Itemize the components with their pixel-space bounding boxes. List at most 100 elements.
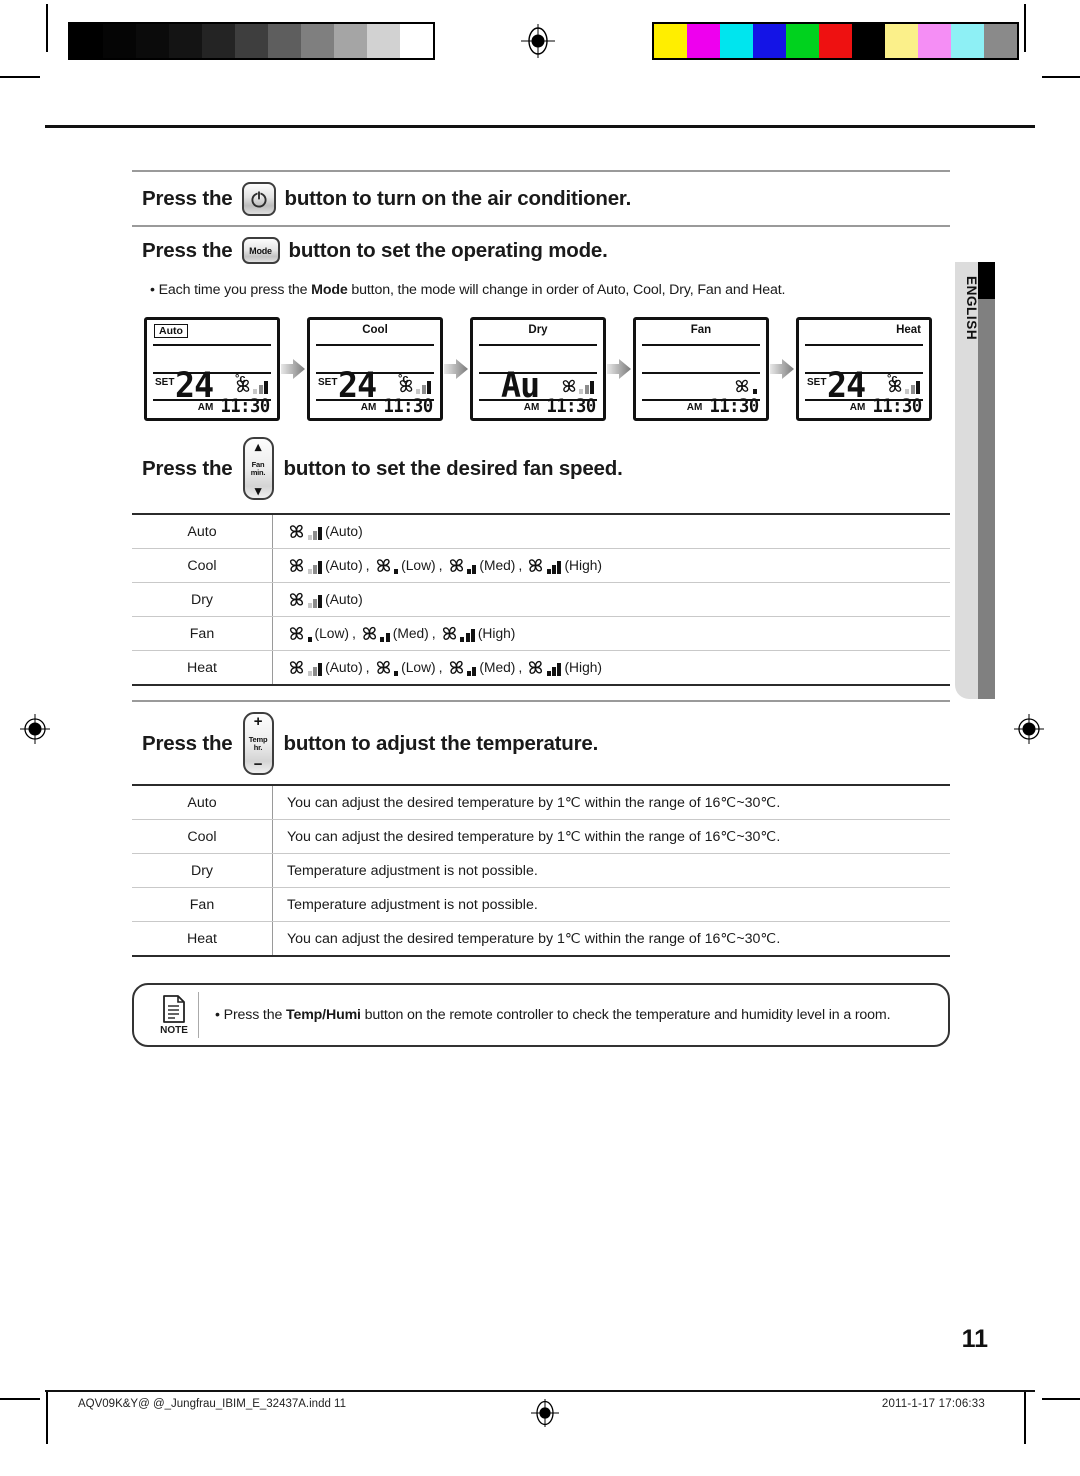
lcd-clock: AM 11:30 xyxy=(850,395,923,417)
fan-icon xyxy=(442,626,456,640)
fan-button-label: Fan min. xyxy=(251,460,266,477)
fan-speed-indicator xyxy=(526,557,562,574)
fan-speed-button[interactable]: ▴ Fan min. ▾ xyxy=(242,437,274,500)
temp-button-label: Temp hr. xyxy=(249,735,268,752)
gray-swatch xyxy=(169,24,202,58)
note-text-bold: Temp/Humi xyxy=(286,1007,361,1023)
fan-icon xyxy=(399,379,413,393)
gray-swatch xyxy=(334,24,367,58)
gray-swatch xyxy=(367,24,400,58)
fan-level-bars xyxy=(394,671,399,676)
language-tab-label: ENGLISH xyxy=(964,276,979,341)
lcd-fan-indicator xyxy=(560,378,594,395)
separator: , xyxy=(518,659,523,676)
separator: , xyxy=(438,557,443,574)
fan-icon xyxy=(888,379,902,393)
lcd-line xyxy=(479,344,597,346)
fan-icon xyxy=(289,660,304,674)
note-text-post: button on the remote controller to check… xyxy=(360,1007,891,1023)
tab-marker-block xyxy=(978,262,995,299)
trim-mark xyxy=(1042,1398,1080,1400)
separator: , xyxy=(365,557,370,574)
fan-speed-label: (Auto) xyxy=(325,592,363,607)
fan-icon xyxy=(362,626,376,640)
color-swatch xyxy=(885,24,918,58)
fan-icon xyxy=(529,558,543,572)
trim-mark xyxy=(0,76,40,78)
table-cell-mode: Cool xyxy=(132,548,273,583)
fan-speed-label: (Auto) xyxy=(325,558,363,573)
heading-power-prefix: Press the xyxy=(142,187,233,210)
lcd-clock: AM 11:30 xyxy=(687,397,760,416)
lcd-fan-indicator xyxy=(397,378,431,395)
sequence-arrow-icon xyxy=(606,358,633,380)
fan-speed-option: (Auto) xyxy=(287,659,366,676)
lcd-set-label: SET xyxy=(318,377,338,388)
temp-button-bottom: hr. xyxy=(253,742,263,752)
document-icon xyxy=(163,994,185,1023)
lcd-clock: AM 11:30 xyxy=(524,397,597,416)
page-number: 11 xyxy=(961,1325,988,1353)
gray-swatch xyxy=(70,24,103,58)
tab-strip xyxy=(978,262,995,699)
lcd-display-auto: Auto SET 24 °c AM 11:30 xyxy=(144,317,280,421)
table-cell-mode: Fan xyxy=(132,616,273,651)
note-icon-group: NOTE xyxy=(150,992,199,1038)
heading-mode-suffix: button to set the operating mode. xyxy=(288,238,608,262)
fan-speed-option: (Med) xyxy=(360,625,432,642)
fan-icon xyxy=(289,524,304,538)
fan-speed-label: (Low) xyxy=(314,626,350,641)
fan-icon xyxy=(562,379,576,393)
lcd-mode-label: Auto xyxy=(154,324,188,338)
fan-speed-option: (Auto) xyxy=(287,557,366,574)
mode-bullet: • Each time you press the Mode button, t… xyxy=(132,273,950,307)
note-text-pre: Press the xyxy=(223,1007,286,1023)
plus-icon: + xyxy=(253,713,263,730)
mode-button[interactable]: Mode xyxy=(241,237,280,264)
header-rule xyxy=(45,125,1035,128)
fan-speed-option: (High) xyxy=(440,625,519,642)
note-bullet: • xyxy=(215,1007,220,1023)
fan-level-bars xyxy=(253,381,268,395)
fan-speed-option: (High) xyxy=(526,659,605,676)
fan-speed-indicator xyxy=(886,378,920,395)
grayscale-ramp xyxy=(68,22,435,60)
heading-temp-prefix: Press the xyxy=(142,731,233,755)
fan-speed-option: (Med) xyxy=(447,659,519,676)
color-swatch xyxy=(951,24,984,58)
lcd-time: 11:30 xyxy=(220,395,271,417)
table-cell-description: You can adjust the desired temperature b… xyxy=(272,921,950,957)
table-cell-description: You can adjust the desired temperature b… xyxy=(272,819,950,854)
table-row: Cool (Auto), (Low), (Med), (High) xyxy=(132,548,950,583)
power-button[interactable] xyxy=(241,182,276,216)
mode-bullet-post: button, the mode will change in order of… xyxy=(347,282,786,298)
fan-level-bars xyxy=(307,561,323,574)
lcd-mode-label: Dry xyxy=(528,324,548,336)
table-row: Heat You can adjust the desired temperatu… xyxy=(132,921,950,957)
lcd-am-label: AM xyxy=(197,402,214,413)
lcd-display-cool: Cool SET 24 °c AM 11:30 xyxy=(307,317,443,421)
table-cell-mode: Heat xyxy=(132,650,273,686)
fan-level-bars xyxy=(905,381,920,395)
mode-button-label: Mode xyxy=(249,245,272,256)
temperature-button[interactable]: + Temp hr. − xyxy=(242,712,274,775)
fan-icon xyxy=(736,379,749,393)
lcd-clock: AM 11:30 xyxy=(197,395,271,417)
fan-level-bars xyxy=(380,633,390,642)
fan-level-bars xyxy=(416,381,431,395)
heading-power: Press the button to turn on the air cond… xyxy=(132,172,950,225)
fan-speed-label: (Med) xyxy=(479,660,516,675)
heading-fan-suffix: button to set the desired fan speed. xyxy=(283,456,623,480)
lcd-time: 11:30 xyxy=(872,395,923,417)
table-cell-speeds: (Low), (Med), (High) xyxy=(272,616,950,651)
fan-speed-option: (Low) xyxy=(374,659,439,676)
gray-swatch xyxy=(301,24,334,58)
fan-speed-option: (Med) xyxy=(447,557,519,574)
fan-icon xyxy=(236,379,250,393)
fan-speed-label: (High) xyxy=(477,626,516,641)
lcd-fan-indicator xyxy=(733,378,757,395)
power-icon xyxy=(250,191,267,208)
lcd-set-label: SET xyxy=(155,377,175,388)
fan-speed-indicator xyxy=(526,659,562,676)
table-row: Dry (Auto) xyxy=(132,582,950,617)
